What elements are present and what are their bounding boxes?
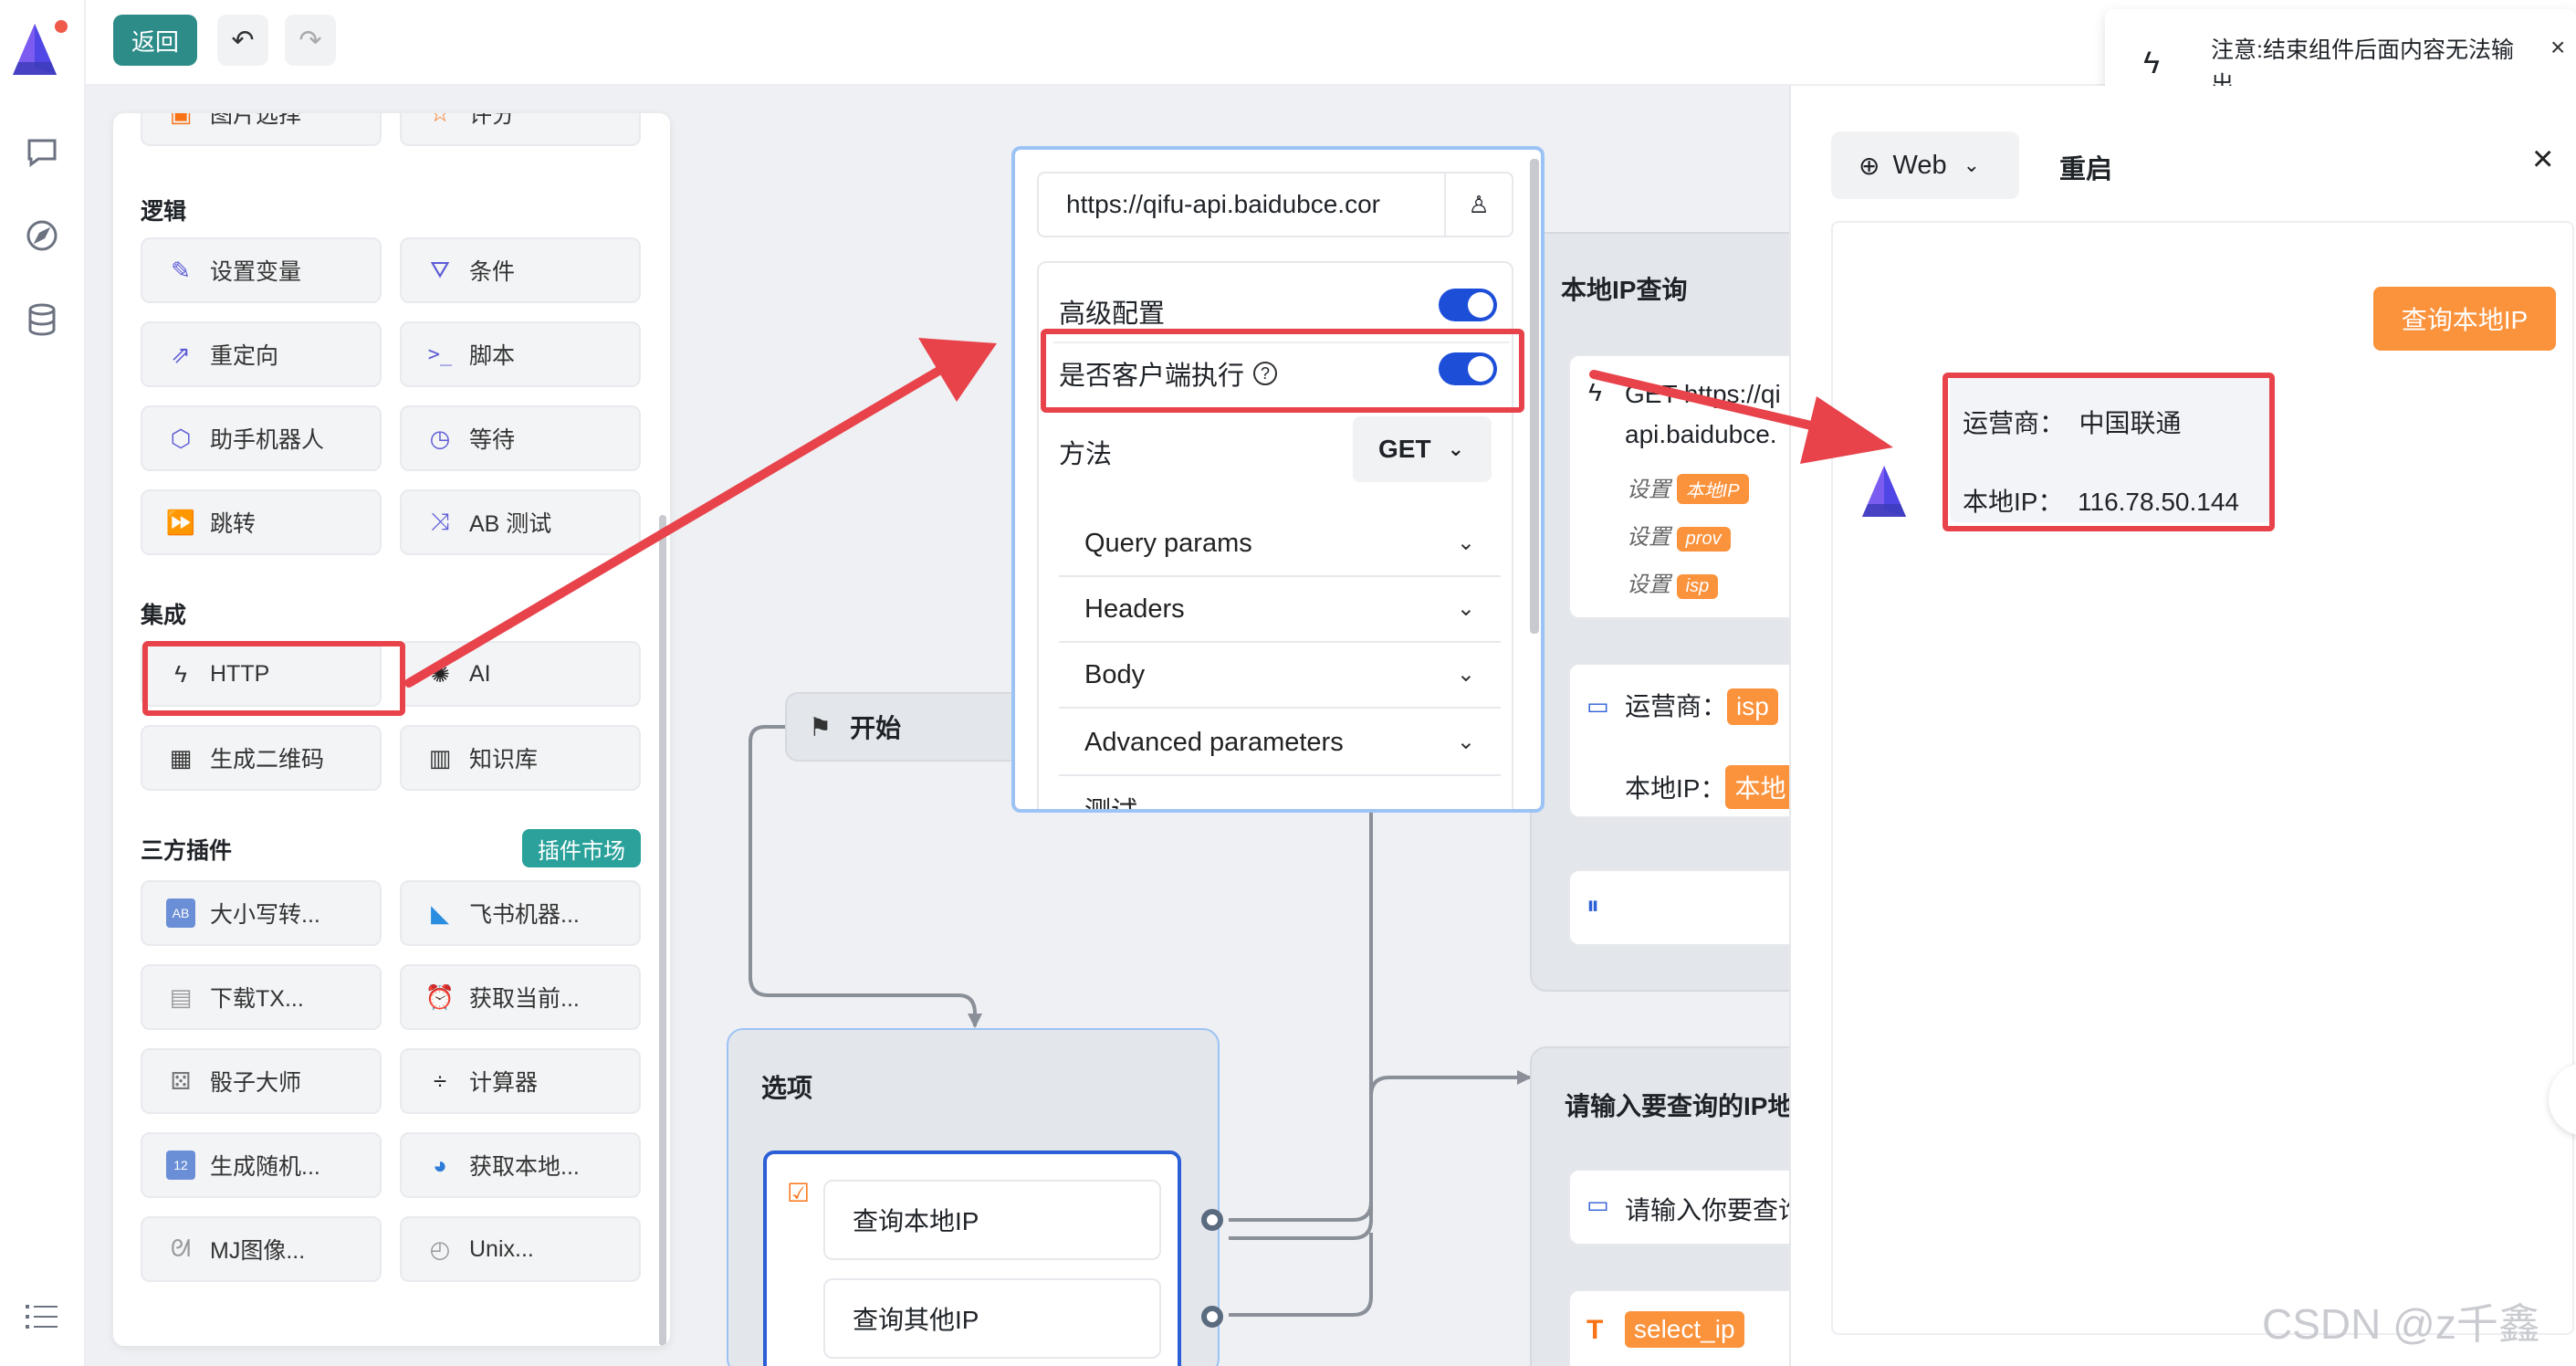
annotation-arrows [404, 338, 1893, 688]
watermark: CSDN @z千鑫 [2262, 1300, 2540, 1348]
